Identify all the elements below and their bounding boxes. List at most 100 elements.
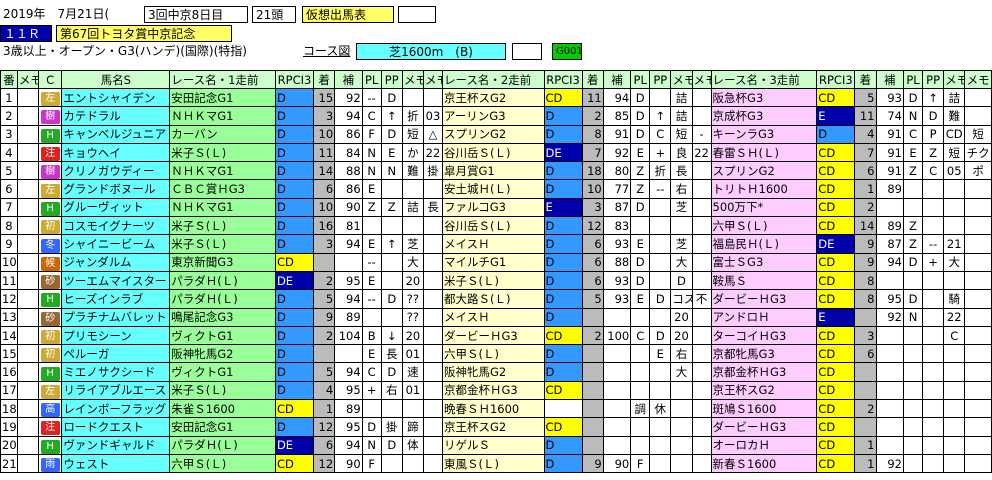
table-row[interactable]: 6 左グランドボヌール ＣＢＣ賞ＨG3 D 6 86 E 安土城Ｈ(Ｌ) D 10 77 Z -- 右ト… — [0, 179, 992, 199]
horse-name[interactable]: グルーヴィット — [61, 197, 171, 218]
race-name[interactable]: 米子Ｓ(Ｌ) — [169, 142, 276, 163]
column-header[interactable]: PP — [380, 70, 403, 89]
race-name[interactable]: 米子Ｓ(Ｌ) — [169, 234, 276, 254]
table-row[interactable]: 2 樹カテドラル ＮＨＫマG1 D 3 94 C ↑ 折 03 アーリンG3 D 2 85 D ↑ 詰京成杯G3… — [0, 106, 992, 126]
memo-cell[interactable] — [16, 216, 40, 236]
column-header[interactable]: 補 — [334, 70, 363, 89]
column-header[interactable]: 馬名S — [61, 70, 171, 89]
memo-cell[interactable] — [16, 380, 40, 401]
race-name[interactable]: 富士ＳG3 — [710, 252, 818, 272]
column-header[interactable]: RPCI3 — [816, 70, 856, 89]
column-header[interactable]: PP — [922, 70, 945, 89]
table-row[interactable]: 7 H グルーヴィット ＮＨＫマG1 D 10 90 Z Z 詰長ファルコG3 E 3 87 D 芝 500万… — [0, 197, 992, 218]
table-row[interactable]: 8 初コスモイグナーツ 米子Ｓ(Ｌ) D 16 81 谷川岳Ｓ(Ｌ) D 12 83 六甲Ｓ(Ｌ) C… — [0, 216, 992, 236]
column-header[interactable]: レース名・2走前 — [441, 70, 545, 89]
memo-cell[interactable] — [16, 399, 40, 419]
race-name[interactable]: キーンラG3 — [710, 124, 818, 144]
memo-cell[interactable] — [16, 270, 40, 291]
table-row[interactable]: 4 注キョウヘイ 米子Ｓ(Ｌ) D 11 84 N E か 22 谷川岳Ｓ(Ｌ) DE 7 92 E + 良 22… — [0, 142, 992, 163]
horse-name[interactable]: ツーエムマイスター — [61, 270, 171, 291]
race-name[interactable]: 米子Ｓ(Ｌ) — [169, 380, 276, 401]
table-row[interactable]: 15 初ペルーガ 阪神牝馬G2 D E 長 01 六甲Ｓ(Ｌ) D E 右京都牝馬G3 CD 6 — [0, 344, 992, 364]
memo-cell[interactable] — [16, 124, 40, 144]
race-name[interactable]: ダービーＨG3 — [710, 289, 818, 309]
race-name[interactable]: 京王杯スG2 — [441, 87, 545, 108]
horse-name[interactable]: ヒーズインラブ — [61, 289, 171, 309]
race-name[interactable]: 阪神牝馬G2 — [441, 362, 545, 382]
horse-name[interactable]: グランドボヌール — [61, 179, 171, 199]
blank-box[interactable] — [398, 6, 436, 23]
table-row[interactable]: 3 H キャンベルジュニア カーバン D 10 86 F D 短 △ スプリンG2 D 8 91 D C 短 - キー… — [0, 124, 992, 144]
race-name[interactable]: パラダＨ(Ｌ) — [169, 289, 276, 309]
race-name[interactable]: ヴィクトG1 — [169, 325, 276, 346]
column-header[interactable]: PL — [902, 70, 924, 89]
race-name[interactable]: リゲルＳ — [441, 435, 545, 455]
memo-cell[interactable] — [16, 106, 40, 126]
race-name[interactable]: 安田記念G1 — [169, 87, 276, 108]
race-name[interactable]: 京都金杯ＨG3 — [441, 380, 545, 401]
race-name[interactable]: スプリンG2 — [441, 124, 545, 144]
race-name[interactable]: 阪急杯G3 — [710, 87, 818, 108]
memo-cell[interactable] — [16, 435, 40, 455]
race-name[interactable]: トリトＨ1600 — [710, 179, 818, 199]
column-header[interactable]: メモ — [943, 70, 966, 89]
column-header[interactable]: 番 — [0, 70, 18, 89]
horse-name[interactable]: レインボーフラッグ — [61, 399, 171, 419]
horse-name[interactable]: ロードクエスト — [61, 417, 171, 437]
memo-cell[interactable] — [16, 252, 40, 272]
race-name[interactable]: ＮＨＫマG1 — [169, 161, 276, 181]
race-name[interactable]: 京成杯G3 — [710, 106, 818, 126]
column-header[interactable]: C — [38, 70, 63, 89]
race-name[interactable]: 米子Ｓ(Ｌ) — [169, 216, 276, 236]
race-name[interactable]: カーバン — [169, 124, 276, 144]
race-name[interactable]: ダービーＨG3 — [441, 325, 545, 346]
memo-cell[interactable] — [16, 362, 40, 382]
memo-cell[interactable] — [16, 142, 40, 163]
memo-cell[interactable] — [16, 179, 40, 199]
column-header[interactable]: メモ — [401, 70, 424, 89]
column-header[interactable]: レース名・1走前 — [169, 70, 276, 89]
race-name[interactable]: 六甲Ｓ(Ｌ) — [441, 344, 545, 364]
race-name[interactable]: 春雷ＳＨ(Ｌ) — [710, 142, 818, 163]
table-row[interactable]: 14 初プリモシーン ヴィクトG1 D 2 104 B ↓ 20 ダービーＨG3 CD 2 100 C D 2… — [0, 325, 992, 346]
race-name[interactable]: メイスＨ — [441, 234, 545, 254]
column-header[interactable]: 着 — [313, 70, 336, 89]
column-header[interactable]: PL — [630, 70, 651, 89]
race-name[interactable]: 斑鳩Ｓ1600 — [710, 399, 818, 419]
race-name[interactable]: 京王杯スG2 — [710, 380, 818, 401]
race-name[interactable]: 東京新聞G3 — [169, 252, 276, 272]
race-name[interactable]: 朱雀Ｓ1600 — [169, 399, 276, 419]
horse-name[interactable]: コスモイグナーツ — [61, 216, 171, 236]
column-header[interactable]: 着 — [581, 70, 604, 89]
race-name[interactable]: 安土城Ｈ(Ｌ) — [441, 179, 545, 199]
race-name[interactable]: 安田記念G1 — [169, 417, 276, 437]
horse-name[interactable]: キャンベルジュニア — [61, 124, 171, 144]
race-name[interactable]: マイルチG1 — [441, 252, 545, 272]
column-header[interactable]: 補 — [602, 70, 632, 89]
memo-cell[interactable] — [16, 197, 40, 218]
race-name[interactable]: アンドロＨ — [710, 307, 818, 327]
column-header[interactable]: 補 — [875, 70, 904, 89]
memo-cell[interactable] — [16, 325, 40, 346]
race-name[interactable]: 谷川岳Ｓ(Ｌ) — [441, 142, 545, 163]
horse-name[interactable]: ヴァンドギャルド — [61, 435, 171, 455]
race-name[interactable]: 東風Ｓ(Ｌ) — [441, 453, 545, 474]
race-name[interactable]: 阪神牝馬G2 — [169, 344, 276, 364]
race-name[interactable]: 京都金杯ＨG3 — [710, 362, 818, 382]
column-header[interactable]: レース名・3走前 — [710, 70, 818, 89]
column-header[interactable]: 着 — [854, 70, 877, 89]
race-name[interactable]: ＮＨＫマG1 — [169, 106, 276, 126]
column-header[interactable]: メモ — [964, 70, 992, 89]
race-name[interactable]: 皐月賞G1 — [441, 161, 545, 181]
horse-name[interactable]: カテドラル — [61, 106, 171, 126]
column-header[interactable]: RPCI3 — [543, 70, 583, 89]
horse-name[interactable]: キョウヘイ — [61, 142, 171, 163]
memo-cell[interactable] — [16, 161, 40, 181]
table-row[interactable]: 11 砂ツーエムマイスター パラダＨ(Ｌ) DE 2 95 E 20 米子Ｓ(Ｌ) D 6 93 D D 鞍… — [0, 270, 992, 291]
race-name[interactable]: 晩春ＳＨ1600 — [441, 399, 545, 419]
column-header[interactable]: メモ — [422, 70, 443, 89]
race-name[interactable]: 六甲Ｓ(Ｌ) — [169, 453, 276, 474]
memo-cell[interactable] — [16, 453, 40, 474]
race-name[interactable]: パラダＨ(Ｌ) — [169, 270, 276, 291]
race-name[interactable]: 米子Ｓ(Ｌ) — [441, 270, 545, 291]
